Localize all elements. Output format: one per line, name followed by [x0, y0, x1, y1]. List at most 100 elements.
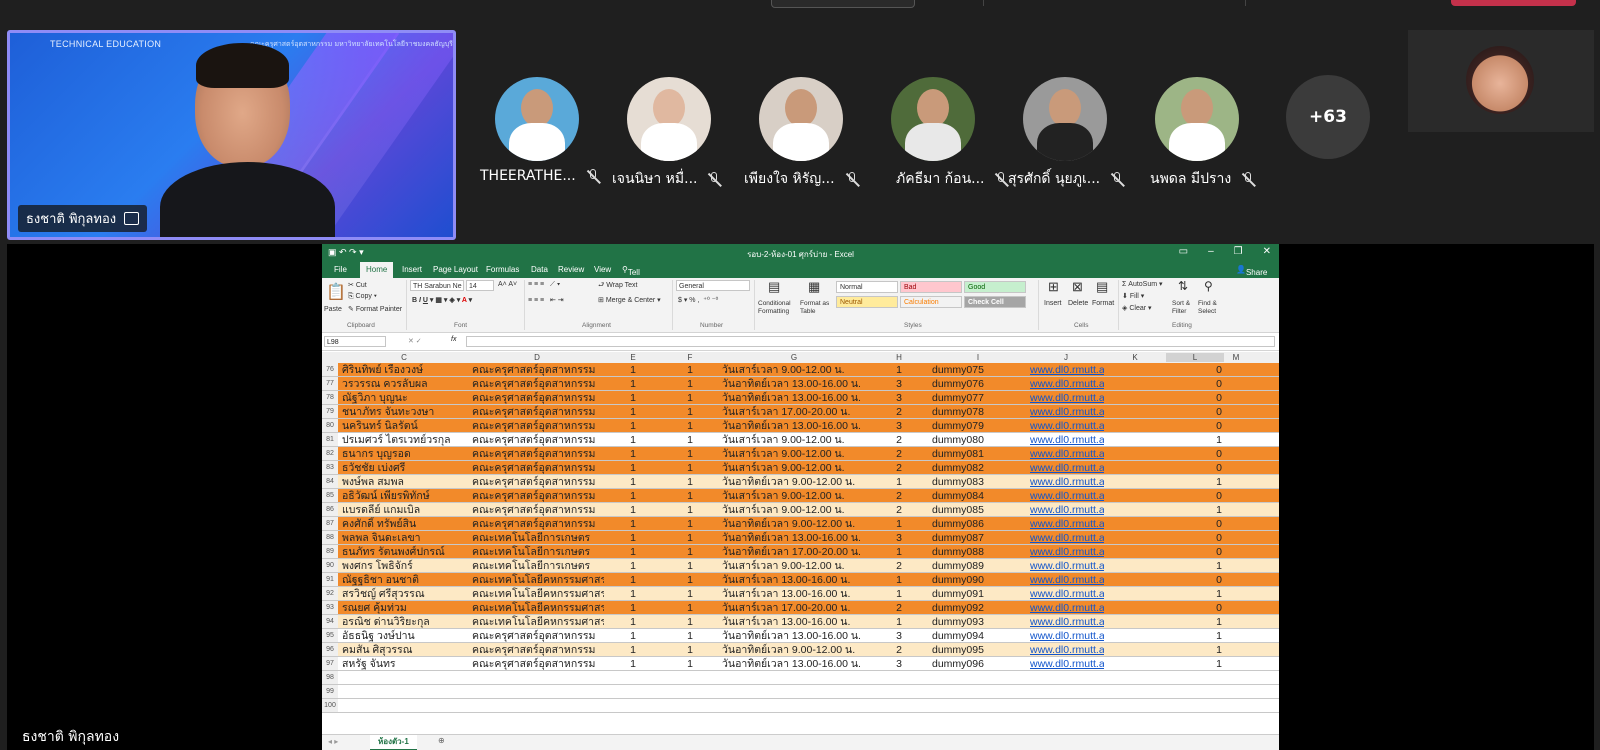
style-calculation[interactable]: Calculation	[900, 296, 962, 308]
cell-l[interactable]: 1	[1166, 587, 1222, 601]
cell-user[interactable]: dummy089	[932, 559, 1026, 573]
cell-f[interactable]: 1	[662, 587, 718, 601]
cell-h[interactable]: 2	[870, 447, 928, 461]
cell-name[interactable]: แบรดลีย์ แกมเบิล	[342, 503, 468, 517]
cell-f[interactable]: 1	[662, 489, 718, 503]
cell-h[interactable]: 2	[870, 643, 928, 657]
cell-time[interactable]: วันเสาร์เวลา 13.00-16.00 น.	[722, 587, 868, 601]
cell-url[interactable]: www.dl0.rmutt.ac.th	[1030, 545, 1104, 559]
cell-url[interactable]: www.dl0.rmutt.ac.th	[1030, 573, 1104, 587]
cell-user[interactable]: dummy086	[932, 517, 1026, 531]
insert-function-button[interactable]: fx	[451, 336, 456, 343]
row-number[interactable]: 92	[322, 587, 338, 600]
column-header-m[interactable]: M	[1226, 353, 1246, 362]
cell-l[interactable]: 1	[1166, 643, 1222, 657]
cell-e[interactable]: 1	[606, 545, 660, 559]
speaker-video-tile[interactable]: TECHNICAL EDUCATION คณะครุศาสตร์อุตสาหกร…	[7, 30, 456, 240]
cell-f[interactable]: 1	[662, 391, 718, 405]
cell-user[interactable]: dummy087	[932, 531, 1026, 545]
cell-time[interactable]: วันอาทิตย์เวลา 9.00-12.00 น.	[722, 643, 868, 657]
tab-insert[interactable]: Insert	[402, 265, 422, 274]
cell-l[interactable]: 0	[1166, 363, 1222, 377]
cell-faculty[interactable]: คณะเทคโนโลยีคหกรรมศาสร	[472, 587, 604, 601]
close-icon[interactable]: ✕	[1263, 246, 1271, 257]
cell-f[interactable]: 1	[662, 531, 718, 545]
cell-time[interactable]: วันเสาร์เวลา 9.00-12.00 น.	[722, 447, 868, 461]
cell-h[interactable]: 2	[870, 433, 928, 447]
cell-user[interactable]: dummy092	[932, 601, 1026, 615]
cell-url[interactable]: www.dl0.rmutt.ac.th	[1030, 461, 1104, 475]
row-number[interactable]: 88	[322, 531, 338, 544]
row-number[interactable]: 89	[322, 545, 338, 558]
cell-time[interactable]: วันเสาร์เวลา 9.00-12.00 น.	[722, 503, 868, 517]
column-header-k[interactable]: K	[1106, 353, 1164, 362]
cell-f[interactable]: 1	[662, 643, 718, 657]
cell-l[interactable]: 0	[1166, 461, 1222, 475]
cell-e[interactable]: 1	[606, 363, 660, 377]
conditional-formatting-icon[interactable]: ▤	[768, 279, 780, 295]
participant-avatar[interactable]	[495, 77, 579, 161]
row-number[interactable]: 100	[322, 699, 338, 712]
table-row[interactable]: 94 อรณิช ด่านวิริยะกุล คณะเทคโนโลยีคหกรรมศ…	[322, 615, 1279, 629]
cell-f[interactable]: 1	[662, 657, 718, 671]
table-row[interactable]: 87 คงศักดิ์ ทรัพย์สิน คณะครุศาสตร์อุตสาหกร…	[322, 517, 1279, 531]
cell-faculty[interactable]: คณะครุศาสตร์อุตสาหกรรม	[472, 391, 604, 405]
cell-l[interactable]: 1	[1166, 475, 1222, 489]
cell-e[interactable]: 1	[606, 573, 660, 587]
cell-user[interactable]: dummy079	[932, 419, 1026, 433]
cell-h[interactable]: 3	[870, 531, 928, 545]
cell-name[interactable]: ปรเมศวร์ ไตรเวทย์วรกุล	[342, 433, 468, 447]
table-row[interactable]: 77 วรวรรณ ควรลับผล คณะครุศาสตร์อุตสาหกรรม 1…	[322, 377, 1279, 391]
cell-url[interactable]: www.dl0.rmutt.ac.th	[1030, 615, 1104, 629]
participant-avatar[interactable]	[627, 77, 711, 161]
cell-name[interactable]: อัธธนิฐ วงษ์ปาน	[342, 629, 468, 643]
table-row[interactable]: 88 พลพล จินดะเลขา คณะเทคโนโลยีการเกษตร 1 1 วั…	[322, 531, 1279, 545]
cell-h[interactable]: 2	[870, 405, 928, 419]
cell-h[interactable]: 1	[870, 517, 928, 531]
cell-f[interactable]: 1	[662, 559, 718, 573]
cell-h[interactable]: 1	[870, 587, 928, 601]
more-participants-button[interactable]: +63	[1286, 75, 1370, 159]
tell-me-box[interactable]: ⚲ Tell me what you want to do...	[622, 265, 645, 331]
align-bottom-buttons[interactable]: ≡ ≡ ≡ ⇤ ⇥	[528, 296, 564, 304]
cell-faculty[interactable]: คณะครุศาสตร์อุตสาหกรรม	[472, 433, 604, 447]
font-grow-shrink[interactable]: A˄ A˅	[498, 281, 517, 288]
leave-button[interactable]	[1451, 0, 1576, 6]
table-row[interactable]: 96 คมสัน ศิสุวรรณ คณะครุศาสตร์อุตสาหกรรม 1 1…	[322, 643, 1279, 657]
cell-name[interactable]: ณัฐฐธิชา อนชาติ	[342, 573, 468, 587]
cell-user[interactable]: dummy085	[932, 503, 1026, 517]
table-row[interactable]: 79 ชนาภัทร จันทะวงษา คณะครุศาสตร์อุตสาหกรร…	[322, 405, 1279, 419]
cell-faculty[interactable]: คณะครุศาสตร์อุตสาหกรรม	[472, 447, 604, 461]
clear-button[interactable]: ◈ Clear ▾	[1122, 304, 1152, 312]
cell-name[interactable]: พงษ์พล สมพล	[342, 475, 468, 489]
row-number[interactable]: 86	[322, 503, 338, 516]
row-number[interactable]: 76	[322, 363, 338, 376]
participant-avatar[interactable]	[1023, 77, 1107, 161]
cell-user[interactable]: dummy083	[932, 475, 1026, 489]
cell-name[interactable]: ธนากร บุญรอด	[342, 447, 468, 461]
row-number[interactable]: 87	[322, 517, 338, 530]
cell-l[interactable]: 0	[1166, 517, 1222, 531]
cell-h[interactable]: 2	[870, 559, 928, 573]
cell-time[interactable]: วันเสาร์เวลา 17.00-20.00 น.	[722, 601, 868, 615]
cell-time[interactable]: วันอาทิตย์เวลา 13.00-16.00 น.	[722, 629, 868, 643]
cell-e[interactable]: 1	[606, 629, 660, 643]
tab-file[interactable]: File	[334, 265, 347, 274]
row-number[interactable]: 93	[322, 601, 338, 614]
cell-name[interactable]: ธวัชชัย เบ่งศรี	[342, 461, 468, 475]
cell-time[interactable]: วันเสาร์เวลา 13.00-16.00 น.	[722, 573, 868, 587]
table-row[interactable]: 93 รณยศ คุ้มท่วม คณะเทคโนโลยีคหกรรมศาสร 1 1 ว…	[322, 601, 1279, 615]
cell-h[interactable]: 3	[870, 629, 928, 643]
cell-faculty[interactable]: คณะเทคโนโลยีคหกรรมศาสร	[472, 601, 604, 615]
cell-e[interactable]: 1	[606, 405, 660, 419]
cell-f[interactable]: 1	[662, 363, 718, 377]
tab-formulas[interactable]: Formulas	[486, 265, 519, 274]
row-number[interactable]: 82	[322, 447, 338, 460]
delete-cells-button[interactable]: Delete	[1068, 300, 1088, 307]
wrap-text-button[interactable]: ⮐ Wrap Text	[598, 281, 638, 292]
table-row[interactable]: 81 ปรเมศวร์ ไตรเวทย์วรกุล คณะครุศาสตร์อุตส…	[322, 433, 1279, 447]
cell-l[interactable]: 0	[1166, 545, 1222, 559]
conditional-formatting-button[interactable]: Conditional Formatting	[758, 300, 798, 316]
cell-user[interactable]: dummy080	[932, 433, 1026, 447]
cell-h[interactable]: 1	[870, 573, 928, 587]
